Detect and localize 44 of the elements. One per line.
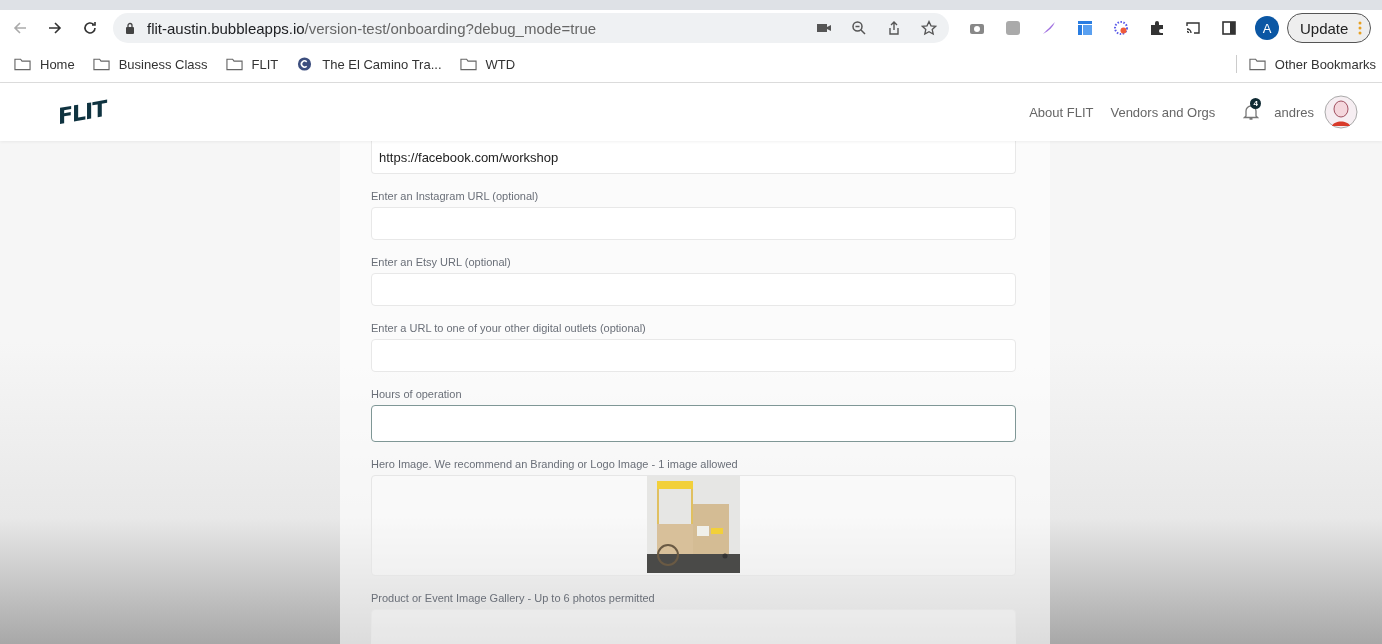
field-label: Hours of operation — [371, 388, 463, 401]
profile-avatar[interactable]: A — [1255, 16, 1279, 40]
field-label: Product or Event Image Gallery - Up to 6 photos permitted — [371, 592, 656, 605]
update-button[interactable]: Update — [1287, 13, 1372, 43]
field-label: Hero Image. We recommend an Branding or Logo Image - 1 image allowed — [371, 458, 739, 471]
reload-icon[interactable] — [82, 20, 98, 36]
cast-icon[interactable] — [1185, 20, 1201, 36]
share-icon[interactable] — [886, 20, 902, 36]
username[interactable]: andres — [1274, 104, 1314, 120]
input-field[interactable]: https://facebook.com/workshop — [371, 141, 1016, 174]
avatar-icon[interactable] — [1324, 95, 1358, 129]
burst-icon[interactable] — [1113, 20, 1129, 36]
puzzle-icon[interactable] — [1149, 20, 1165, 36]
logo[interactable]: FLIT — [58, 95, 107, 129]
field-label: Enter a URL to one of your other digital outlets (optional) — [371, 322, 647, 335]
bell-icon[interactable] — [1243, 103, 1260, 121]
forward-icon[interactable] — [47, 20, 63, 36]
other-bookmarks[interactable]: Other Bookmarks — [1248, 56, 1376, 72]
lock-icon — [125, 22, 135, 34]
bookmark[interactable]: Business Class — [92, 56, 208, 72]
folder-icon — [459, 57, 477, 71]
folder-icon — [225, 57, 243, 71]
image-upload-area[interactable] — [371, 475, 1016, 576]
folder-icon — [92, 57, 110, 71]
bookmark[interactable]: WTD — [459, 56, 516, 72]
more-icon — [1358, 20, 1363, 36]
bookmark[interactable]: Home — [14, 56, 75, 72]
layout-icon[interactable] — [1077, 20, 1093, 36]
notification-badge: 4 — [1250, 98, 1262, 109]
side-panel-icon[interactable] — [1221, 20, 1237, 36]
nav-link[interactable]: About FLIT — [1029, 104, 1094, 120]
bookmark[interactable]: The El Camino Tra... — [296, 56, 442, 72]
address-bar[interactable]: flit-austin.bubbleapps.io/version-test/onboarding?debug_mode=true — [113, 13, 949, 43]
nav-link[interactable]: Vendors and Orgs — [1110, 104, 1216, 120]
zoom-out-icon[interactable] — [851, 20, 867, 36]
bookmark[interactable]: FLIT — [225, 56, 279, 72]
field-label: Enter an Etsy URL (optional) — [371, 256, 512, 269]
site-icon — [296, 57, 314, 71]
input-field[interactable] — [371, 405, 1016, 442]
url-text: flit-austin.bubbleapps.io/version-test/onboarding?debug_mode=true — [147, 19, 597, 37]
folder-icon — [1248, 57, 1266, 71]
star-icon[interactable] — [921, 20, 937, 36]
folder-icon — [14, 57, 31, 71]
field-label: Enter an Instagram URL (optional) — [371, 190, 540, 203]
